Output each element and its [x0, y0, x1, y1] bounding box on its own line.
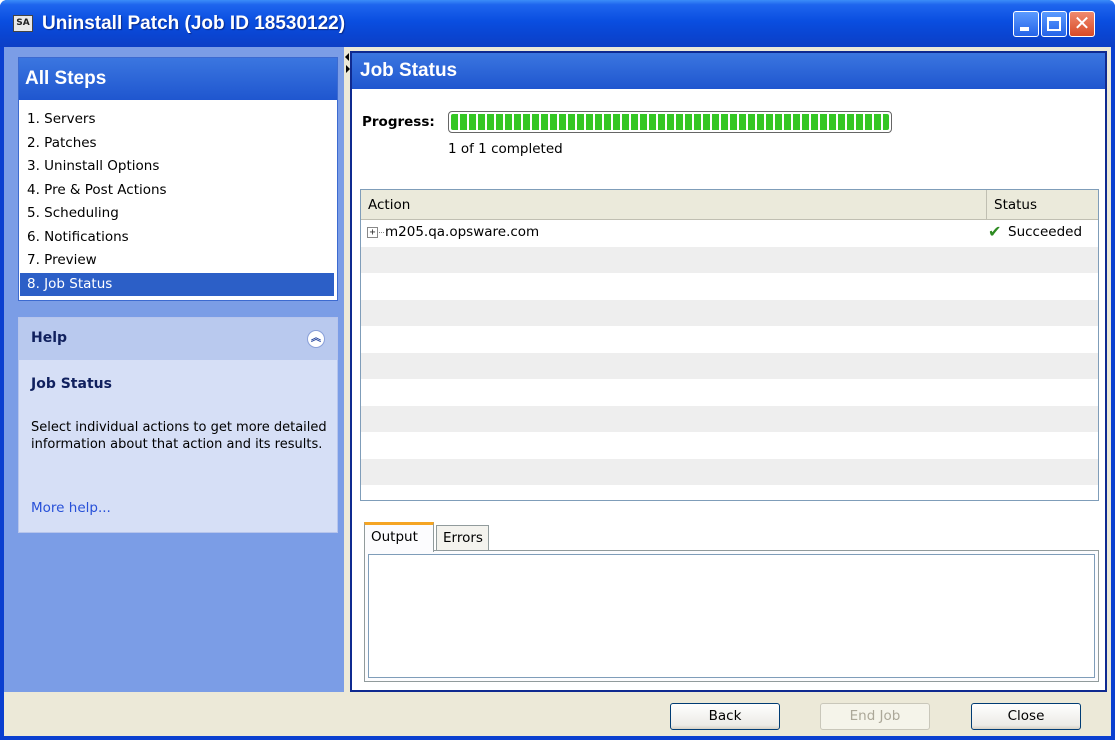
progress-text: 1 of 1 completed [448, 141, 563, 157]
tab-errors[interactable]: Errors [436, 525, 489, 552]
help-header: Help ︽ [19, 318, 337, 360]
end-job-button: End Job [820, 703, 930, 730]
empty-row [361, 432, 1098, 459]
back-button[interactable]: Back [670, 703, 780, 730]
step-item-preview[interactable]: 7. Preview [20, 249, 334, 273]
empty-row [361, 405, 1098, 432]
empty-row [361, 352, 1098, 379]
maximize-button[interactable] [1041, 11, 1067, 37]
column-header-status[interactable]: Status [988, 190, 1098, 220]
double-chevron-up-icon: ︽ [311, 333, 321, 344]
tab-output[interactable]: Output [364, 522, 434, 552]
step-item-scheduling[interactable]: 5. Scheduling [20, 202, 334, 226]
row-action: m205.qa.opsware.com [385, 224, 540, 240]
expand-icon[interactable]: + [367, 227, 378, 238]
app-window: SA Uninstall Patch (Job ID 18530122) ✕ A… [0, 0, 1115, 740]
output-text-area[interactable] [368, 554, 1095, 678]
help-header-label: Help [31, 330, 68, 346]
step-list: 1. Servers 2. Patches 3. Uninstall Optio… [19, 100, 337, 296]
more-help-link[interactable]: More help... [31, 500, 111, 516]
step-item-uninstall-options[interactable]: 3. Uninstall Options [20, 155, 334, 179]
empty-row [361, 379, 1098, 406]
step-item-job-status[interactable]: 8. Job Status [20, 272, 334, 296]
progress-label: Progress: [362, 114, 435, 130]
collapse-help-button[interactable]: ︽ [307, 330, 325, 348]
left-panel: All Steps 1. Servers 2. Patches 3. Unins… [4, 47, 344, 692]
empty-row [361, 326, 1098, 353]
row-status: Succeeded [1008, 224, 1083, 240]
job-status-panel: Job Status Progress: 1 of 1 completed Ac… [350, 51, 1107, 692]
client-area: All Steps 1. Servers 2. Patches 3. Unins… [4, 47, 1111, 736]
step-item-pre-post-actions[interactable]: 4. Pre & Post Actions [20, 179, 334, 203]
step-item-servers[interactable]: 1. Servers [20, 108, 334, 132]
minimize-icon [1020, 27, 1029, 31]
check-icon: ✔ [988, 222, 1002, 241]
column-header-action[interactable]: Action [361, 190, 987, 220]
help-title: Job Status [31, 376, 112, 392]
step-item-patches[interactable]: 2. Patches [20, 132, 334, 156]
step-item-notifications[interactable]: 6. Notifications [20, 226, 334, 250]
collapse-left-arrow-icon[interactable] [345, 53, 349, 61]
help-panel: Help ︽ Job Status Select individual acti… [18, 317, 338, 533]
title-bar[interactable]: SA Uninstall Patch (Job ID 18530122) ✕ [0, 0, 1115, 47]
empty-row [361, 299, 1098, 326]
maximize-icon [1047, 17, 1061, 31]
app-icon: SA [13, 15, 33, 32]
close-icon: ✕ [1073, 11, 1091, 35]
close-button[interactable]: Close [971, 703, 1081, 730]
job-status-header: Job Status [352, 53, 1105, 89]
tree-connector [379, 232, 384, 233]
all-steps-header: All Steps [19, 58, 337, 100]
action-table: Action Status + m205.qa.opsware.com ✔ Su… [360, 189, 1099, 501]
minimize-button[interactable] [1013, 11, 1039, 37]
table-header: Action Status [361, 190, 1098, 220]
close-window-button[interactable]: ✕ [1069, 11, 1095, 37]
help-text: Select individual actions to get more de… [31, 420, 327, 452]
window-title: Uninstall Patch (Job ID 18530122) [42, 13, 346, 34]
table-row[interactable]: + m205.qa.opsware.com ✔ Succeeded [361, 220, 1098, 247]
all-steps-panel: All Steps 1. Servers 2. Patches 3. Unins… [18, 57, 338, 301]
progress-fill [451, 114, 889, 130]
progress-bar [448, 111, 892, 133]
empty-row [361, 273, 1098, 300]
output-panel [364, 550, 1099, 682]
empty-row [361, 458, 1098, 485]
empty-row [361, 246, 1098, 273]
